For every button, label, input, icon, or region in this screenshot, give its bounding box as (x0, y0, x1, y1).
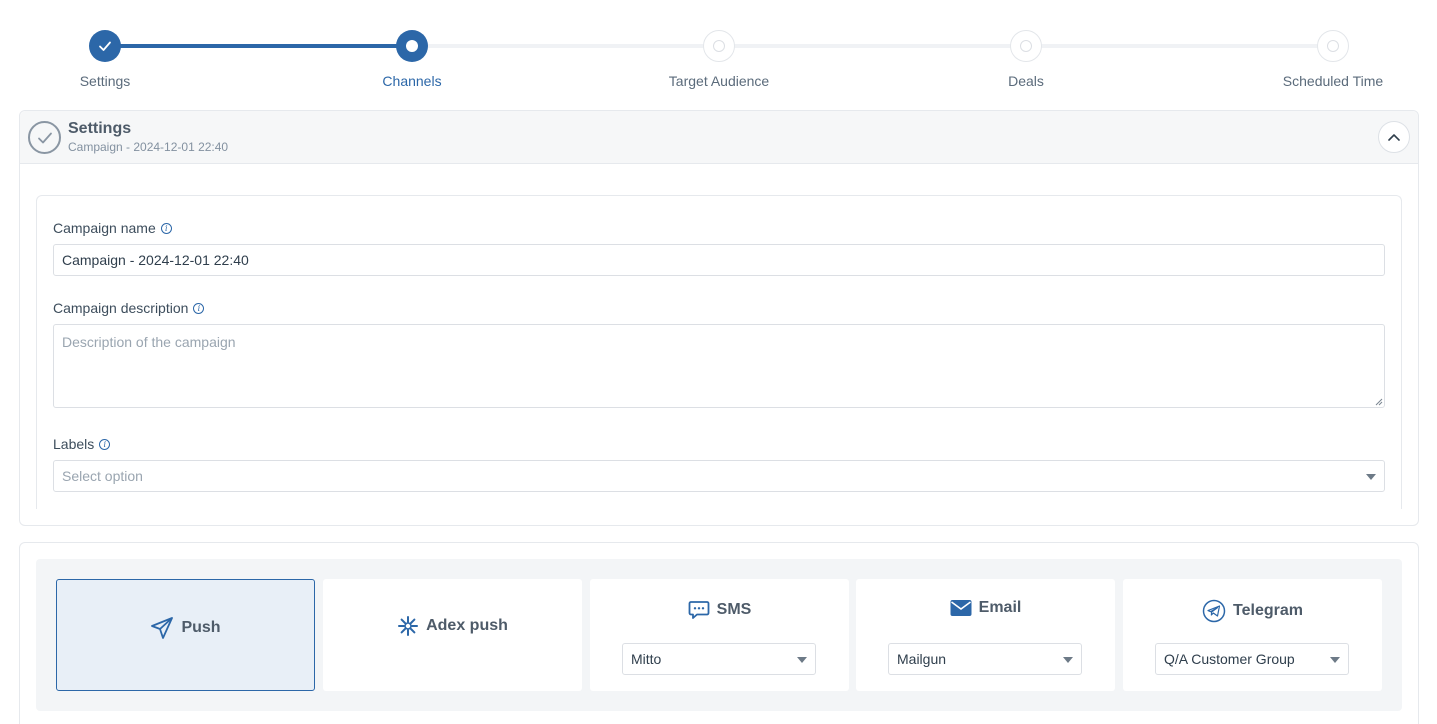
campaign-description-label: Campaign description i (53, 300, 205, 316)
snowflake-icon (398, 616, 419, 636)
sms-provider-select[interactable]: Mitto (622, 643, 816, 675)
check-circle-icon (28, 121, 61, 154)
settings-panel-title: Settings (68, 120, 132, 137)
channel-label: Push (181, 619, 221, 636)
campaign-description-placeholder: Description of the campaign (62, 334, 236, 350)
campaign-name-label: Campaign name i (53, 220, 172, 236)
campaign-name-label-text: Campaign name (53, 220, 156, 236)
channel-title: Email (856, 599, 1115, 617)
channel-label: Adex push (426, 617, 508, 634)
checkmark-icon (99, 41, 111, 51)
collapse-button[interactable] (1378, 121, 1410, 153)
step-label: Channels (382, 73, 442, 89)
step-label: Target Audience (668, 73, 770, 89)
channel-card-telegram[interactable]: Telegram Q/A Customer Group (1123, 579, 1382, 691)
info-icon[interactable]: i (160, 222, 172, 234)
dropdown-caret-icon (1330, 657, 1340, 663)
campaign-description-textarea[interactable]: Description of the campaign (53, 324, 1385, 408)
channel-label: Telegram (1233, 602, 1303, 619)
step-settings[interactable]: Settings (15, 30, 195, 89)
channel-card-adex-push[interactable]: Adex push (323, 579, 582, 691)
channel-title: Adex push (323, 615, 582, 637)
settings-panel-header[interactable]: Settings Campaign - 2024-12-01 22:40 (20, 111, 1418, 164)
channels-list: Push Adex push SMS Mitto Email Mailgun T… (36, 559, 1402, 711)
channel-label: Email (978, 599, 1022, 616)
settings-panel-subtitle: Campaign - 2024-12-01 22:40 (68, 140, 229, 154)
campaign-name-input[interactable]: Campaign - 2024-12-01 22:40 (53, 244, 1385, 276)
campaign-description-label-text: Campaign description (53, 300, 189, 316)
settings-form: Campaign name i Campaign - 2024-12-01 22… (36, 195, 1402, 509)
channel-title: Telegram (1123, 599, 1382, 623)
step-channels[interactable]: Channels (322, 30, 502, 89)
telegram-provider-value: Q/A Customer Group (1164, 651, 1295, 667)
step-label: Settings (79, 73, 131, 89)
channels-panel: Push Adex push SMS Mitto Email Mailgun T… (19, 542, 1419, 724)
labels-placeholder: Select option (62, 468, 143, 484)
channel-label: SMS (716, 601, 752, 618)
step-pending-indicator (1010, 30, 1042, 62)
telegram-icon (1202, 599, 1226, 623)
step-pending-indicator (1317, 30, 1349, 62)
resize-grip-icon[interactable] (1375, 398, 1383, 406)
channel-title: Push (57, 616, 314, 640)
progress-stepper: Settings Channels Target Audience Deals … (0, 0, 1437, 110)
step-label: Scheduled Time (1282, 73, 1384, 89)
labels-label: Labels i (53, 436, 111, 452)
telegram-provider-select[interactable]: Q/A Customer Group (1155, 643, 1349, 675)
step-label: Deals (1008, 73, 1044, 89)
email-provider-select[interactable]: Mailgun (888, 643, 1082, 675)
step-pending-indicator (703, 30, 735, 62)
info-icon[interactable]: i (99, 438, 111, 450)
channel-card-sms[interactable]: SMS Mitto (590, 579, 849, 691)
step-completed-indicator (89, 30, 121, 62)
sms-provider-value: Mitto (631, 651, 662, 667)
channel-title: SMS (590, 599, 849, 621)
chat-icon (688, 601, 710, 619)
envelope-icon (950, 600, 972, 616)
dropdown-caret-icon (1063, 657, 1073, 663)
dropdown-caret-icon (797, 657, 807, 663)
dropdown-caret-icon (1366, 474, 1376, 480)
step-target-audience[interactable]: Target Audience (629, 30, 809, 89)
send-icon (151, 617, 174, 639)
step-deals[interactable]: Deals (936, 30, 1116, 89)
channel-card-email[interactable]: Email Mailgun (856, 579, 1115, 691)
settings-panel: Settings Campaign - 2024-12-01 22:40 Cam… (19, 110, 1419, 526)
channel-card-push[interactable]: Push (56, 579, 315, 691)
labels-select[interactable]: Select option (53, 460, 1385, 492)
email-provider-value: Mailgun (897, 651, 947, 667)
labels-label-text: Labels (53, 436, 95, 452)
chevron-up-icon (1388, 134, 1400, 141)
step-scheduled-time[interactable]: Scheduled Time (1243, 30, 1423, 89)
step-current-indicator (396, 30, 428, 62)
info-icon[interactable]: i (193, 302, 205, 314)
